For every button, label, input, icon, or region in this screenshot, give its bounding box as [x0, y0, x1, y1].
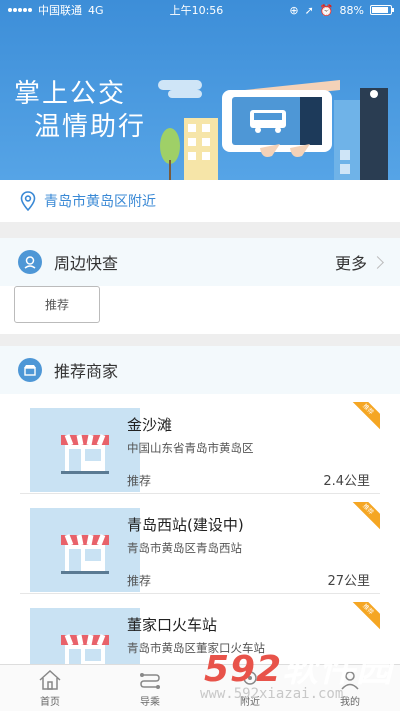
network-type: 4G — [88, 3, 104, 17]
banner-line-1: 掌上公交 — [14, 79, 127, 109]
status-bar: 中国联通 4G 上午10:56 ⊕ ➚ ⏰ 88% — [0, 0, 400, 20]
battery-percent: 88% — [339, 3, 364, 17]
watermark-text: 软件园 — [282, 649, 394, 690]
location-bar[interactable]: 青岛市黄岛区附近 — [0, 180, 400, 222]
carrier-name: 中国联通 — [38, 4, 82, 17]
watermark: 592软件园 www.592xiazai.com — [198, 640, 398, 708]
merchant-card[interactable]: 金沙滩 中国山东省青岛市黄岛区 推荐 2.4公里 推荐 — [20, 394, 380, 494]
alarm-icon: ⏰ — [319, 3, 334, 17]
nearby-title: 周边快查 — [54, 254, 119, 273]
status-right: ⊕ ➚ ⏰ 88% — [289, 3, 394, 17]
route-icon — [140, 672, 160, 689]
signal-icon — [8, 8, 32, 12]
more-label: 更多 — [334, 254, 367, 273]
banner-illustration — [158, 80, 388, 180]
storefront-icon — [61, 434, 109, 474]
tag-recommend-button[interactable]: 推荐 — [14, 286, 100, 323]
location-text: 青岛市黄岛区附近 — [44, 194, 156, 210]
banner[interactable]: 掌上公交 温情助行 — [0, 0, 400, 180]
merchant-distance: 2.4公里 — [323, 474, 370, 489]
merchant-name: 金沙滩 — [127, 416, 173, 434]
more-button[interactable]: 更多 — [334, 250, 384, 274]
badge-label: 推荐 — [352, 602, 380, 630]
recommend-badge: 推荐 — [352, 402, 380, 430]
merchants-title: 推荐商家 — [54, 362, 119, 381]
badge-label: 推荐 — [352, 402, 380, 430]
merchant-list: 金沙滩 中国山东省青岛市黄岛区 推荐 2.4公里 推荐 青岛西站(建设中) 青岛… — [0, 394, 400, 664]
merchant-name: 青岛西站(建设中) — [127, 516, 244, 534]
merchant-address: 中国山东省青岛市黄岛区 — [127, 441, 254, 455]
merchant-distance: 27公里 — [327, 574, 370, 589]
tab-guide[interactable]: 导乘 — [100, 665, 200, 711]
battery-fill — [371, 7, 388, 13]
tab-home-label: 首页 — [40, 696, 60, 708]
watermark-brand: 592软件园 — [204, 640, 393, 692]
location-arrow-icon: ➚ — [304, 3, 314, 17]
store-thumbnail — [30, 608, 140, 664]
status-left: 中国联通 4G — [8, 2, 104, 18]
nearby-search-icon — [18, 250, 42, 274]
merchant-tag: 推荐 — [127, 574, 152, 588]
watermark-url: www.592xiazai.com — [200, 686, 344, 702]
location-pin-icon — [20, 191, 36, 211]
rotation-lock-icon: ⊕ — [289, 3, 299, 17]
home-icon — [39, 669, 61, 690]
shop-icon — [18, 358, 42, 382]
nearby-section-header: 周边快查 更多 — [0, 238, 400, 286]
merchant-card[interactable]: 青岛西站(建设中) 青岛市黄岛区青岛西站 推荐 27公里 推荐 — [20, 494, 380, 594]
storefront-icon — [61, 534, 109, 574]
recommend-badge: 推荐 — [352, 502, 380, 530]
storefront-icon — [61, 634, 109, 664]
store-thumbnail — [30, 408, 140, 492]
nearby-tags: 推荐 — [0, 286, 400, 334]
badge-label: 推荐 — [352, 502, 380, 530]
battery-icon — [369, 5, 394, 15]
tab-guide-label: 导乘 — [140, 696, 160, 708]
recommend-badge: 推荐 — [352, 602, 380, 630]
merchant-address: 青岛市黄岛区青岛西站 — [127, 541, 242, 555]
watermark-number: 592 — [204, 649, 283, 690]
tab-home[interactable]: 首页 — [0, 665, 100, 711]
status-time: 上午10:56 — [169, 4, 224, 17]
banner-slogan: 掌上公交 温情助行 — [14, 78, 146, 143]
merchant-name: 董家口火车站 — [127, 616, 218, 634]
banner-line-2: 温情助行 — [34, 111, 147, 142]
merchant-tag: 推荐 — [127, 474, 152, 488]
merchants-section-header: 推荐商家 — [0, 346, 400, 394]
store-thumbnail — [30, 508, 140, 592]
chevron-right-icon — [371, 255, 384, 269]
